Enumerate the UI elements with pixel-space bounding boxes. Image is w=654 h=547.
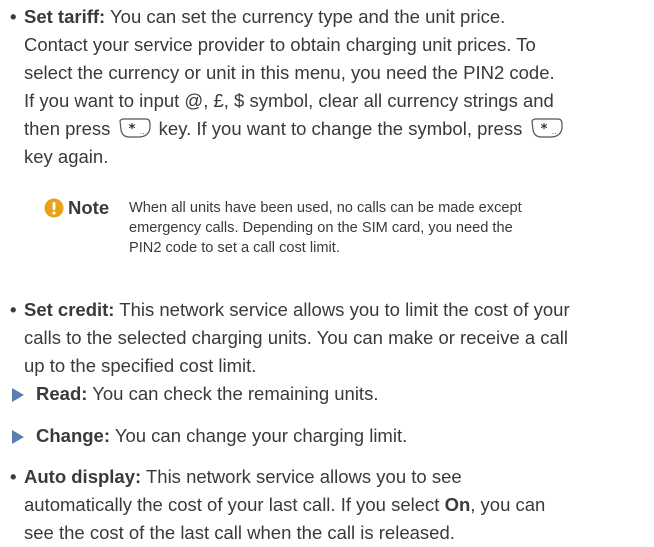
set-credit-line3: up to the specified cost limit.	[24, 355, 257, 376]
note-icon	[44, 198, 64, 218]
bullet: •	[10, 466, 17, 487]
note-line1: When all units have been used, no calls …	[129, 200, 522, 216]
note-line3: PIN2 code to set a call cost limit.	[129, 240, 340, 256]
note-text: When all units have been used, no calls …	[129, 198, 599, 258]
set-tariff-title: Set tariff:	[24, 6, 106, 27]
auto-display-line3: see the cost of the last call when the c…	[24, 522, 455, 543]
set-credit-item: • Set credit: This network service allow…	[0, 296, 640, 380]
auto-display-item: • Auto display: This network service all…	[0, 463, 640, 547]
svg-text:..: ..	[552, 128, 556, 136]
auto-display-line1: This network service allows you to see	[145, 466, 462, 487]
read-title: Read:	[36, 383, 88, 404]
set-tariff-line3: select the currency or unit in this menu…	[24, 62, 555, 83]
bullet: •	[10, 6, 17, 27]
note-label: Note	[68, 197, 110, 218]
read-text: You can check the remaining units.	[92, 383, 379, 404]
svg-text:*: *	[128, 122, 135, 137]
svg-text:..: ..	[140, 128, 144, 136]
set-tariff-line6: key again.	[24, 146, 109, 167]
auto-display-line2c: , you can	[470, 494, 546, 515]
set-credit-title: Set credit:	[24, 299, 115, 320]
change-item: Change: You can change your charging lim…	[0, 422, 640, 450]
set-tariff-line5b: key. If you want to change the symbol, p…	[158, 118, 523, 139]
note-line2: emergency calls. Depending on the SIM ca…	[129, 220, 513, 236]
auto-display-on: On	[444, 494, 471, 515]
star-key-icon: * ..	[118, 118, 152, 138]
bullet: •	[10, 299, 17, 320]
star-key-icon: * ..	[530, 118, 564, 138]
read-item: Read: You can check the remaining units.	[0, 380, 640, 408]
arrow-icon	[12, 430, 24, 444]
set-tariff-line1: You can set the currency type and the un…	[110, 6, 506, 27]
set-tariff-line5a: then press	[24, 118, 111, 139]
set-tariff-item: • Set tariff: You can set the currency t…	[0, 3, 640, 171]
set-credit-line1: This network service allows you to limit…	[119, 299, 570, 320]
manual-page: • Set tariff: You can set the currency t…	[0, 0, 654, 543]
set-tariff-line4: If you want to input @, £, $ symbol, cle…	[24, 90, 554, 111]
auto-display-line2a: automatically the cost of your last call…	[24, 494, 440, 515]
arrow-icon	[12, 388, 24, 402]
change-title: Change:	[36, 425, 110, 446]
set-tariff-line2: Contact your service provider to obtain …	[24, 34, 536, 55]
change-text: You can change your charging limit.	[114, 425, 408, 446]
svg-text:*: *	[540, 122, 547, 137]
auto-display-title: Auto display:	[24, 466, 142, 487]
set-credit-line2: calls to the selected charging units. Yo…	[24, 327, 569, 348]
